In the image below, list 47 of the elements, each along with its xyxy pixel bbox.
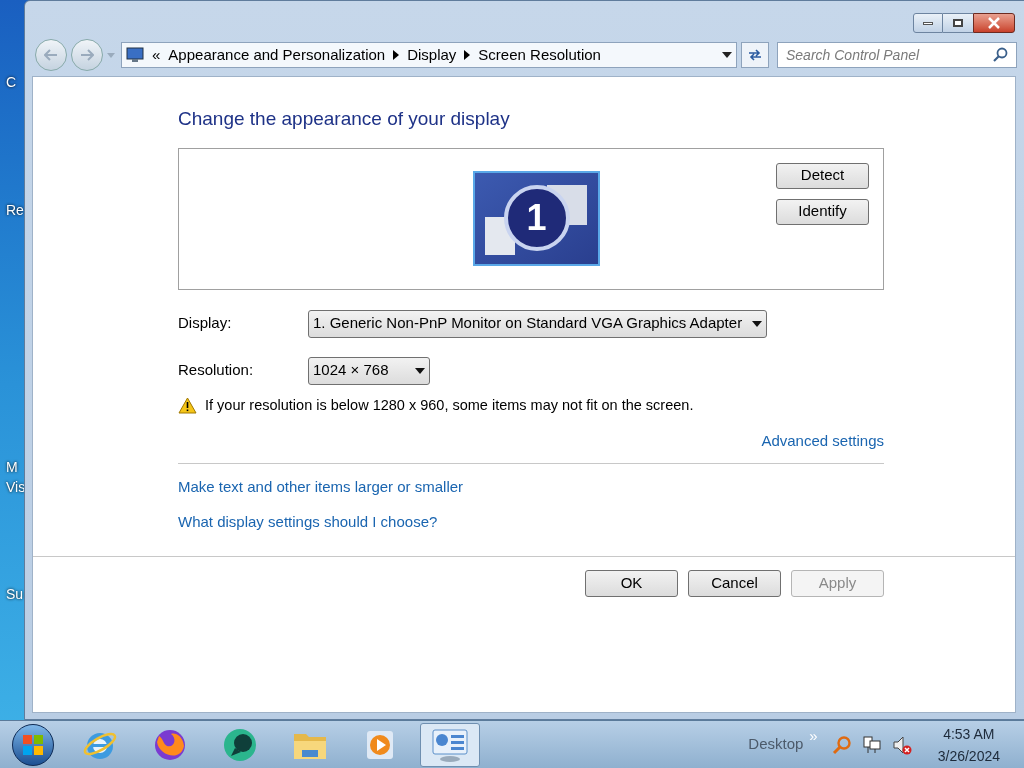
warning-text: If your resolution is below 1280 x 960, some items may not fit on the screen. (205, 395, 694, 415)
refresh-icon (747, 48, 763, 62)
breadcrumb-overflow[interactable]: « (152, 43, 161, 67)
close-button[interactable] (973, 13, 1015, 33)
monitor-tile[interactable]: 1 (473, 170, 600, 266)
desktop-icon-label[interactable]: C (6, 72, 17, 93)
dialog-button[interactable]: Cancel (688, 569, 781, 597)
help-link[interactable]: Make text and other items larger or smaller (178, 475, 464, 499)
back-arrow-icon (44, 49, 58, 61)
start-button[interactable] (12, 723, 54, 766)
breadcrumb-item[interactable]: Screen Resolution (478, 43, 601, 67)
dialog-button[interactable]: OK (585, 569, 678, 597)
network-icon[interactable] (861, 734, 882, 755)
forward-arrow-icon (80, 49, 94, 61)
resolution-dropdown[interactable]: 1024 × 768 (308, 356, 430, 385)
desktop-toolbar-label[interactable]: Desktop (748, 733, 804, 756)
monitor-action-button[interactable]: Detect (776, 162, 869, 189)
desktop-icon-label[interactable]: Re (6, 200, 24, 221)
dropdown-caret-icon[interactable] (722, 52, 732, 58)
breadcrumb-arrow-icon (464, 50, 471, 60)
advanced-settings-link[interactable]: Advanced settings (761, 430, 884, 453)
field-label: Resolution: (178, 360, 255, 381)
muted-speaker-icon[interactable] (891, 734, 912, 755)
breadcrumb-arrow-icon (393, 50, 400, 60)
search-icon[interactable] (993, 47, 1009, 63)
minimize-button[interactable] (913, 13, 943, 33)
search-field[interactable]: Search Control Panel (777, 42, 1017, 68)
dropdown-caret-icon (752, 320, 763, 327)
page-heading: Change the appearance of your display (178, 107, 511, 131)
refresh-button[interactable] (741, 42, 769, 68)
breadcrumb-item[interactable]: Appearance and Personalization (168, 43, 386, 67)
breadcrumb-item[interactable]: Display (407, 43, 457, 67)
maximize-button[interactable] (943, 13, 973, 33)
clock-date[interactable]: 3/26/2024 (937, 744, 1000, 767)
windows-logo-icon (22, 733, 44, 756)
dropdown-caret-icon (414, 367, 425, 374)
taskbar-app-button[interactable] (420, 722, 480, 767)
display-dropdown[interactable]: 1. Generic Non-PnP Monitor on Standard VGA Graphics Adapter (308, 309, 768, 338)
monitor-action-button[interactable]: Identify (776, 198, 869, 225)
warning-icon (178, 396, 197, 414)
address-bar[interactable]: « Appearance and Personalization Display Screen Resolution (121, 42, 737, 68)
monitor-icon (126, 47, 144, 63)
clock-time[interactable]: 4:53 AM (943, 722, 995, 745)
close-icon (988, 17, 1000, 29)
monitor-number: 1 (503, 185, 570, 251)
field-label: Display: (178, 313, 233, 334)
help-link[interactable]: What display settings should I choose? (178, 511, 438, 534)
